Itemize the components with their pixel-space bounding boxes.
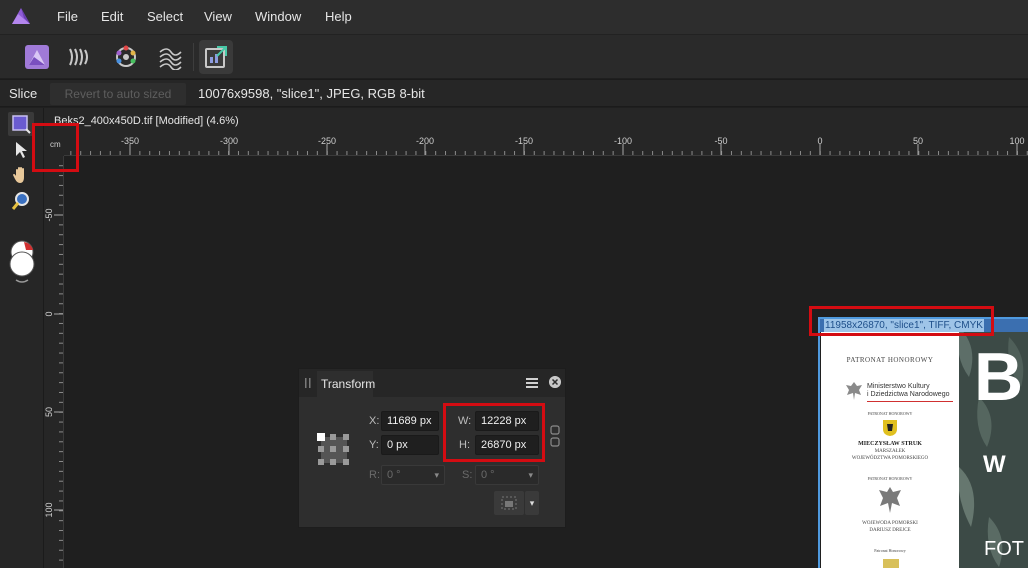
slice-info-text: 10076x9598, "slice1", JPEG, RGB 8-bit <box>198 86 425 101</box>
highlight-size-fields <box>443 403 545 462</box>
ruler-tick-label: 50 <box>44 407 54 417</box>
anchor-icon[interactable] <box>315 431 351 467</box>
tone-mapping-persona-icon <box>159 48 182 70</box>
ruler-tick-label: -350 <box>121 136 139 146</box>
revert-to-auto-sized-button[interactable]: Revert to auto sized <box>50 83 186 105</box>
ruler-tick-label: -200 <box>416 136 434 146</box>
panel-grip-icon[interactable] <box>305 378 311 388</box>
document-title: Beks2_400x450D.tif [Modified] (4.6%) <box>54 115 239 127</box>
ruler-tick-label: -150 <box>515 136 533 146</box>
close-icon[interactable] <box>549 376 561 388</box>
photo-persona-button[interactable] <box>20 40 54 74</box>
vertical-ruler-ticks: -50 0 50 100 <box>44 165 63 561</box>
chevron-down-icon: ▾ <box>528 470 533 480</box>
ruler-tick-label: -250 <box>318 136 336 146</box>
color-swatch-icon[interactable] <box>6 238 38 290</box>
shear-value: 0 ° <box>481 469 495 481</box>
transform-panel-header[interactable]: Transform <box>299 369 565 397</box>
export-persona-button[interactable] <box>199 40 233 74</box>
tools-panel <box>0 108 44 568</box>
transform-origin-icon <box>501 496 517 510</box>
develop-persona-icon <box>116 45 136 67</box>
menu-help[interactable]: Help <box>321 0 356 34</box>
slice-frame[interactable] <box>818 317 1028 568</box>
move-tool-button[interactable] <box>8 138 34 162</box>
highlight-ruler-unit <box>32 123 79 172</box>
photo-persona-icon <box>25 45 49 69</box>
shear-field[interactable]: 0 ° ▾ <box>475 465 539 485</box>
s-label: S: <box>462 469 473 481</box>
y-label: Y: <box>369 439 379 451</box>
move-tool-icon <box>16 142 27 158</box>
affinity-photo-window: File Edit Select View Window Help Slice … <box>0 0 1028 568</box>
y-field[interactable]: 0 px <box>381 435 439 455</box>
rotation-value: 0 ° <box>387 469 401 481</box>
hand-tool-button[interactable] <box>8 163 34 187</box>
hand-tool-icon <box>13 167 24 183</box>
liquify-persona-icon <box>69 48 88 66</box>
chevron-down-icon: ▾ <box>434 470 439 480</box>
zoom-tool-icon <box>11 192 29 210</box>
vertical-ruler[interactable]: -50 0 50 100 <box>44 156 64 568</box>
horizontal-ruler[interactable]: -350 -300 -250 -200 -150 -100 -50 0 50 100 <box>64 134 1028 156</box>
tone-mapping-persona-button[interactable] <box>153 40 187 74</box>
ruler-tick-label: -100 <box>614 136 632 146</box>
slice-tool-icon <box>12 115 31 134</box>
ruler-tick-label: -300 <box>220 136 238 146</box>
persona-separator <box>193 43 194 71</box>
ruler-tick-label: 50 <box>913 136 923 146</box>
ruler-tick-label: 100 <box>1009 136 1024 146</box>
slice-tool-button[interactable] <box>8 112 34 136</box>
menu-window[interactable]: Window <box>251 0 305 34</box>
menu-view[interactable]: View <box>200 0 236 34</box>
ruler-tick-label: -50 <box>44 208 54 221</box>
develop-persona-button[interactable] <box>109 40 143 74</box>
menu-bar: File Edit Select View Window Help <box>0 0 1028 34</box>
current-tool-label: Slice <box>9 86 38 101</box>
menu-edit[interactable]: Edit <box>97 0 127 34</box>
menu-select[interactable]: Select <box>143 0 187 34</box>
x-field[interactable]: 11689 px <box>381 411 439 431</box>
ruler-tick-label: 0 <box>44 311 54 316</box>
r-label: R: <box>369 469 380 481</box>
transform-origin-button[interactable] <box>494 491 524 515</box>
highlight-slice-label <box>809 306 994 336</box>
ruler-tick-label: 0 <box>817 136 822 146</box>
export-persona-icon <box>205 46 227 68</box>
link-icon[interactable] <box>550 425 560 447</box>
transform-tab[interactable]: Transform <box>317 371 375 397</box>
ruler-tick-label: 100 <box>44 502 54 517</box>
ruler-tick-label: -50 <box>714 136 727 146</box>
rotation-field[interactable]: 0 ° ▾ <box>381 465 445 485</box>
context-toolbar: Slice Revert to auto sized 10076x9598, "… <box>0 79 1028 107</box>
menu-file[interactable]: File <box>53 0 82 34</box>
zoom-tool-button[interactable] <box>8 189 34 213</box>
chevron-down-icon[interactable]: ▾ <box>525 491 539 515</box>
panel-menu-icon[interactable] <box>526 377 538 389</box>
x-label: X: <box>369 415 380 427</box>
app-logo-icon <box>12 8 30 24</box>
horizontal-ruler-ticks: -350 -300 -250 -200 -150 -100 -50 0 50 100 <box>70 136 1028 155</box>
persona-toolbar <box>0 34 1028 78</box>
document-tab[interactable]: Beks2_400x450D.tif [Modified] (4.6%) <box>44 108 1028 134</box>
liquify-persona-button[interactable] <box>62 40 96 74</box>
